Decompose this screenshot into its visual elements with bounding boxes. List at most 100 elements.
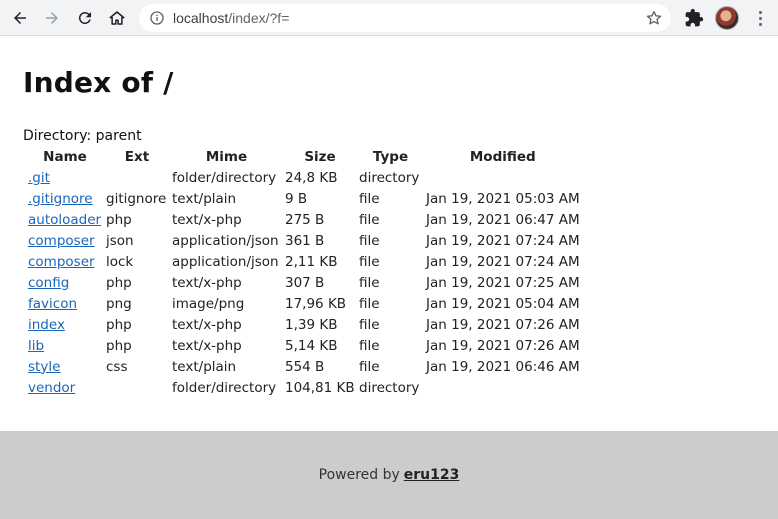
file-modified: Jan 19, 2021 06:46 AM bbox=[426, 358, 580, 375]
profile-avatar[interactable] bbox=[715, 6, 739, 30]
table-header-row: Name Ext Mime Size Type Modified bbox=[23, 147, 582, 167]
star-icon[interactable] bbox=[645, 9, 663, 27]
file-size: 2,11 KB bbox=[285, 253, 338, 270]
back-button[interactable] bbox=[6, 4, 34, 32]
file-mime: text/x-php bbox=[172, 274, 242, 291]
file-type: file bbox=[359, 232, 380, 249]
file-size: 9 B bbox=[285, 190, 308, 207]
file-link[interactable]: autoloader bbox=[28, 212, 101, 228]
file-link[interactable]: vendor bbox=[28, 380, 75, 396]
file-mime: folder/directory bbox=[172, 379, 277, 396]
footer-author-link[interactable]: eru123 bbox=[404, 467, 460, 483]
reload-icon bbox=[78, 11, 91, 24]
table-row: favicon png image/png 17,96 KB file Jan … bbox=[23, 293, 582, 314]
header-mime[interactable]: Mime bbox=[170, 147, 283, 167]
info-icon[interactable] bbox=[149, 10, 165, 26]
file-link[interactable]: .gitignore bbox=[28, 191, 93, 207]
file-type: file bbox=[359, 253, 380, 270]
file-size: 104,81 KB bbox=[285, 379, 355, 396]
file-type: directory bbox=[359, 379, 420, 396]
file-type: file bbox=[359, 316, 380, 333]
file-ext: css bbox=[106, 358, 128, 375]
file-ext: png bbox=[106, 295, 132, 312]
file-link[interactable]: config bbox=[28, 275, 69, 291]
table-row: autoloader php text/x-php 275 B file Jan… bbox=[23, 209, 582, 230]
file-modified: Jan 19, 2021 07:24 AM bbox=[426, 232, 580, 249]
file-modified: Jan 19, 2021 07:26 AM bbox=[426, 337, 580, 354]
url-host: localhost bbox=[173, 10, 229, 26]
footer-text: Powered by bbox=[318, 467, 400, 483]
forward-button[interactable] bbox=[38, 4, 66, 32]
kebab-menu-icon[interactable] bbox=[750, 8, 770, 28]
file-modified: Jan 19, 2021 07:25 AM bbox=[426, 274, 580, 291]
file-ext: lock bbox=[106, 253, 134, 270]
home-button[interactable] bbox=[103, 4, 131, 32]
file-ext bbox=[104, 167, 170, 188]
file-type: directory bbox=[359, 169, 420, 186]
file-type: file bbox=[359, 358, 380, 375]
header-modified[interactable]: Modified bbox=[424, 147, 582, 167]
file-ext: json bbox=[106, 232, 134, 249]
file-link[interactable]: favicon bbox=[28, 296, 77, 312]
file-link[interactable]: index bbox=[28, 317, 65, 333]
file-ext: gitignore bbox=[106, 190, 167, 207]
file-size: 554 B bbox=[285, 358, 325, 375]
forward-arrow-icon bbox=[46, 12, 58, 24]
table-row: vendor folder/directory 104,81 KB direct… bbox=[23, 377, 582, 398]
file-modified bbox=[424, 167, 582, 188]
table-row: config php text/x-php 307 B file Jan 19,… bbox=[23, 272, 582, 293]
file-modified: Jan 19, 2021 07:24 AM bbox=[426, 253, 580, 270]
file-link[interactable]: composer bbox=[28, 233, 95, 249]
file-mime: application/json bbox=[172, 253, 279, 270]
page-footer: Powered by eru123 bbox=[0, 431, 778, 519]
file-ext: php bbox=[106, 337, 132, 354]
url-text[interactable]: localhost/index/?f= bbox=[173, 10, 289, 26]
reload-button[interactable] bbox=[71, 4, 99, 32]
table-row: style css text/plain 554 B file Jan 19, … bbox=[23, 356, 582, 377]
file-mime: application/json bbox=[172, 232, 279, 249]
file-link[interactable]: .git bbox=[28, 170, 50, 186]
file-modified: Jan 19, 2021 05:04 AM bbox=[426, 295, 580, 312]
file-size: 275 B bbox=[285, 211, 325, 228]
file-mime: text/x-php bbox=[172, 337, 242, 354]
table-row: composer json application/json 361 B fil… bbox=[23, 230, 582, 251]
file-modified bbox=[424, 377, 582, 398]
table-row: index php text/x-php 1,39 KB file Jan 19… bbox=[23, 314, 582, 335]
directory-label: Directory: parent bbox=[23, 128, 142, 144]
file-type: file bbox=[359, 190, 380, 207]
file-modified: Jan 19, 2021 05:03 AM bbox=[426, 190, 580, 207]
file-size: 361 B bbox=[285, 232, 325, 249]
puzzle-icon[interactable] bbox=[684, 8, 704, 28]
file-type: file bbox=[359, 211, 380, 228]
address-bar[interactable]: localhost/index/?f= bbox=[139, 4, 671, 32]
header-size[interactable]: Size bbox=[283, 147, 357, 167]
header-ext[interactable]: Ext bbox=[104, 147, 170, 167]
file-modified: Jan 19, 2021 06:47 AM bbox=[426, 211, 580, 228]
file-size: 24,8 KB bbox=[285, 169, 338, 186]
file-ext bbox=[104, 377, 170, 398]
file-link[interactable]: lib bbox=[28, 338, 44, 354]
header-name[interactable]: Name bbox=[23, 147, 104, 167]
file-mime: text/x-php bbox=[172, 316, 242, 333]
table-row: composer lock application/json 2,11 KB f… bbox=[23, 251, 582, 272]
back-arrow-icon bbox=[14, 12, 26, 24]
browser-toolbar: localhost/index/?f= bbox=[0, 0, 778, 36]
url-path: /index/?f= bbox=[228, 10, 290, 26]
file-mime: image/png bbox=[172, 295, 245, 312]
file-mime: text/plain bbox=[172, 358, 237, 375]
file-ext: php bbox=[106, 316, 132, 333]
file-link[interactable]: style bbox=[28, 359, 60, 375]
file-type: file bbox=[359, 337, 380, 354]
file-size: 1,39 KB bbox=[285, 316, 338, 333]
table-row: .gitignore gitignore text/plain 9 B file… bbox=[23, 188, 582, 209]
header-type[interactable]: Type bbox=[357, 147, 424, 167]
file-mime: text/x-php bbox=[172, 211, 242, 228]
file-link[interactable]: composer bbox=[28, 254, 95, 270]
file-modified: Jan 19, 2021 07:26 AM bbox=[426, 316, 580, 333]
file-mime: folder/directory bbox=[172, 169, 277, 186]
file-type: file bbox=[359, 274, 380, 291]
file-ext: php bbox=[106, 211, 132, 228]
file-size: 5,14 KB bbox=[285, 337, 338, 354]
home-icon bbox=[109, 11, 125, 25]
file-size: 17,96 KB bbox=[285, 295, 347, 312]
